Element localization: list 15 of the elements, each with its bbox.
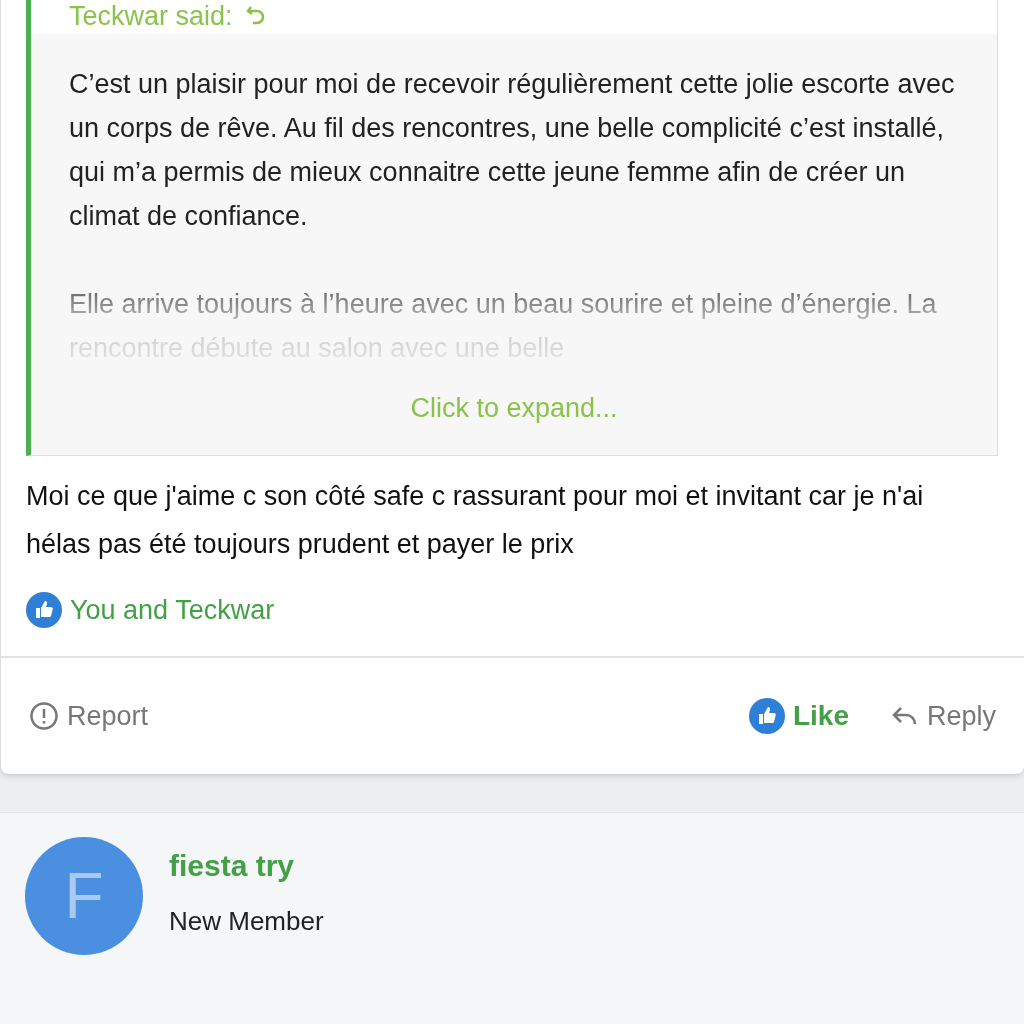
alert-circle-icon xyxy=(29,701,59,731)
username[interactable]: fiesta try xyxy=(169,843,324,888)
quote-paragraph: C’est un plaisir pour moi de recevoir régulièrement cette jolie escorte avec un corps de rêve. Au fil des rencontres, une belle complicité c’est installé, qui m’a permis de mieux connaitre cette jeune femme afin de créer un climat de confiance. xyxy=(69,68,956,233)
avatar[interactable]: F xyxy=(25,837,143,955)
likes-text[interactable]: You and Teckwar xyxy=(70,589,275,630)
thumbs-up-icon xyxy=(26,591,62,628)
reply-button[interactable]: Reply xyxy=(890,695,996,737)
expand-link[interactable]: Click to expand... xyxy=(410,388,618,429)
post-text: Moi ce que j'aime c son côté safe c rassurant pour moi et invitant car je n'ai hélas pas été toujours prudent et payer le prix xyxy=(26,479,925,561)
user-role: New Member xyxy=(169,905,324,938)
thumbs-up-icon xyxy=(748,698,785,734)
avatar-letter: F xyxy=(64,859,104,934)
like-button[interactable]: Like xyxy=(748,695,849,737)
report-button[interactable]: Report xyxy=(29,695,149,737)
quote-author[interactable]: Teckwar said: xyxy=(69,0,233,37)
